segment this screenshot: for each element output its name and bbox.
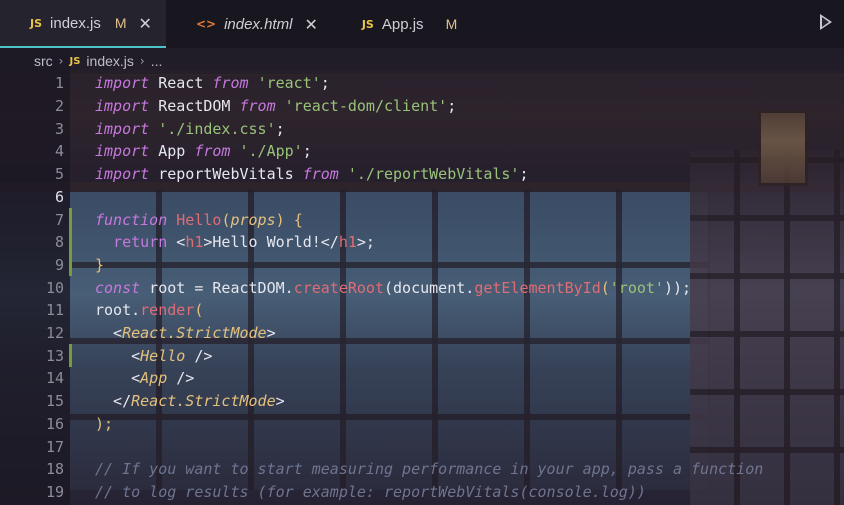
breadcrumb-folder[interactable]: src: [34, 53, 53, 69]
line-number: 14: [45, 369, 64, 388]
line-number: 6: [54, 187, 64, 206]
line-number: 4: [54, 142, 64, 161]
code-text: </React.StrictMode>: [95, 392, 285, 411]
code-line: 19 // to log results (for example: repor…: [0, 481, 844, 504]
modified-line-indicator: [68, 230, 76, 254]
code-line: 2 import ReactDOM from 'react-dom/client…: [0, 95, 844, 118]
breadcrumb-file[interactable]: index.js: [86, 53, 133, 69]
code-line: 16 );: [0, 413, 844, 436]
code-text: import './index.css';: [95, 119, 285, 138]
code-text: import ReactDOM from 'react-dom/client';: [95, 97, 457, 116]
code-line: 10 const root = ReactDOM.createRoot(docu…: [0, 276, 844, 299]
editor-tab-bar: JS index.js M ✕ <> index.html ✕ JS App.j…: [0, 0, 844, 48]
code-line: 12 <React.StrictMode>: [0, 322, 844, 345]
modified-badge: M: [114, 15, 127, 31]
line-number: 10: [45, 278, 64, 297]
code-line: 5 import reportWebVitals from './reportW…: [0, 163, 844, 186]
close-icon[interactable]: ✕: [139, 14, 152, 33]
javascript-file-icon: JS: [69, 55, 81, 67]
code-line: 3 import './index.css';: [0, 117, 844, 140]
code-text: function Hello(props) {: [95, 210, 303, 229]
code-text: // If you want to start measuring perfor…: [95, 460, 764, 479]
run-icon[interactable]: [820, 14, 832, 30]
line-number: 19: [45, 482, 64, 501]
line-number: 3: [54, 119, 64, 138]
line-number: 18: [45, 460, 64, 479]
line-number: 8: [54, 233, 64, 252]
tab-index-js[interactable]: JS index.js M ✕: [0, 0, 166, 48]
modified-line-indicator: [68, 344, 76, 367]
tab-label: index.js: [50, 14, 101, 32]
line-number: 1: [54, 74, 64, 93]
line-number: 7: [54, 210, 64, 229]
code-editor[interactable]: 1 import React from 'react'; 2 import Re…: [0, 72, 844, 505]
modified-line-indicator: [68, 253, 76, 277]
code-text: // to log results (for example: reportWe…: [95, 482, 646, 501]
code-text: import reportWebVitals from './reportWeb…: [95, 165, 529, 184]
line-number: 13: [45, 346, 64, 365]
line-number: 15: [45, 392, 64, 411]
javascript-file-icon: JS: [30, 16, 43, 30]
line-number: 17: [45, 437, 64, 456]
tab-index-html[interactable]: <> index.html ✕: [166, 0, 332, 48]
code-text: <React.StrictMode>: [95, 324, 276, 343]
code-text: import React from 'react';: [95, 74, 330, 93]
breadcrumb: src › JS index.js › ...: [0, 48, 844, 74]
breadcrumb-symbol[interactable]: ...: [151, 53, 163, 69]
code-line: 9 }: [0, 253, 844, 277]
code-text: import App from './App';: [95, 142, 312, 161]
line-number: 11: [45, 301, 64, 320]
code-line: 4 import App from './App';: [0, 140, 844, 163]
tab-label: App.js: [381, 15, 424, 33]
code-text: <Hello />: [95, 346, 213, 365]
code-line: 14 <App />: [0, 367, 844, 390]
code-text: <App />: [95, 369, 195, 388]
chevron-right-icon: ›: [58, 54, 64, 68]
chevron-right-icon: ›: [139, 54, 145, 68]
html-file-icon: <>: [195, 17, 217, 31]
code-line: 15 </React.StrictMode>: [0, 390, 844, 413]
code-text: }: [95, 255, 105, 274]
code-line: 17: [0, 435, 844, 458]
code-line: 11 root.render(: [0, 299, 844, 322]
code-text: return <h1>Hello World!</h1>;: [113, 233, 375, 252]
code-line: 1 import React from 'react';: [0, 72, 844, 95]
tab-label: index.html: [224, 15, 293, 33]
code-text: );: [95, 414, 114, 433]
line-number: 2: [54, 97, 64, 116]
line-number: 12: [45, 324, 64, 343]
code-line: 13 <Hello />: [0, 344, 844, 367]
modified-badge: M: [445, 16, 458, 32]
line-number: 9: [54, 255, 64, 274]
tab-app-js[interactable]: JS App.js M: [332, 0, 471, 48]
line-number: 5: [54, 165, 64, 184]
code-line: 18 // If you want to start measuring per…: [0, 458, 844, 481]
line-number: 16: [45, 414, 64, 433]
code-text: root.render(: [95, 301, 204, 320]
code-line: 6: [0, 186, 844, 209]
close-icon[interactable]: ✕: [304, 15, 317, 34]
modified-line-indicator: [68, 208, 76, 231]
code-line: 7 function Hello(props) {: [0, 208, 844, 231]
javascript-file-icon: JS: [361, 17, 374, 31]
code-line: 8 return <h1>Hello World!</h1>;: [0, 230, 844, 254]
code-text: const root = ReactDOM.createRoot(documen…: [95, 278, 692, 297]
